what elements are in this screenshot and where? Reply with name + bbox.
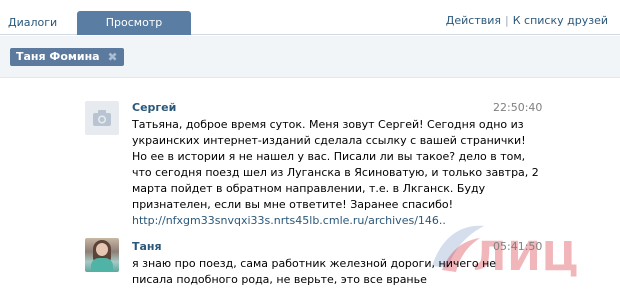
- camera-icon: [93, 110, 111, 126]
- message-line: украинских интернет-изданий сделала ссыл…: [132, 134, 526, 147]
- message-line: марта пойдет в обратном направлении, т.е…: [132, 182, 486, 195]
- avatar-placeholder[interactable]: [85, 101, 119, 135]
- actions-separator: |: [505, 14, 509, 27]
- message-time: 22:50:40: [493, 101, 543, 114]
- actions-link[interactable]: Действия: [446, 14, 501, 27]
- message-line: Но ее в истории я не нашел у вас. Писали…: [132, 150, 526, 163]
- message-author[interactable]: Сергей: [132, 101, 176, 114]
- message-author[interactable]: Таня: [132, 240, 162, 253]
- message-line: что сегодня поезд шел из Луганска в Ясин…: [132, 166, 539, 179]
- message-line: я знаю про поезд, сама работник железной…: [132, 257, 497, 270]
- message-text: я знаю про поезд, сама работник железной…: [132, 256, 497, 288]
- message-line: признателен, если вы мне ответите! Заран…: [132, 198, 454, 211]
- filter-bar: Таня Фомина ✖: [0, 36, 620, 78]
- tab-dialogs[interactable]: Диалоги: [0, 11, 65, 35]
- avatar-body: [91, 258, 113, 272]
- header-actions: Действия | К списку друзей: [446, 14, 608, 27]
- message-link[interactable]: http://nfxgm33snvqxi33s.nrts45lb.cmle.ru…: [132, 213, 492, 229]
- avatar[interactable]: [85, 238, 119, 272]
- recipient-chip[interactable]: Таня Фомина ✖: [10, 48, 124, 66]
- message-line: Татьяна, доброе время суток. Меня зовут …: [132, 118, 524, 131]
- recipient-chip-label: Таня Фомина: [16, 50, 100, 63]
- avatar-face: [96, 243, 108, 256]
- back-to-friends-link[interactable]: К списку друзей: [513, 14, 608, 27]
- close-icon[interactable]: ✖: [108, 48, 118, 66]
- message-line: писала подобного рода, не верьте, это вс…: [132, 273, 427, 286]
- message-text: Татьяна, доброе время суток. Меня зовут …: [132, 117, 539, 229]
- message-time: 05:41:50: [493, 240, 543, 253]
- tab-bar: Диалоги Просмотр диалогов Действия | К спи…: [0, 0, 620, 52]
- tab-view-dialogs[interactable]: Просмотр диалогов: [77, 11, 191, 52]
